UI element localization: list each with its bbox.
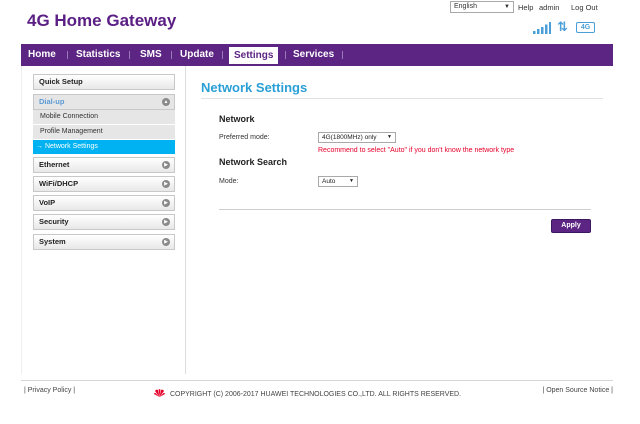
footer-open-source: | Open Source Notice | xyxy=(542,387,613,394)
sidebar-subitem-profile-management[interactable]: Profile Management xyxy=(33,125,175,139)
nav-settings[interactable]: Settings xyxy=(228,46,280,65)
brand-title: 4G Home Gateway xyxy=(27,11,177,30)
nav-services[interactable]: Services xyxy=(293,44,334,66)
nav-divider xyxy=(222,51,223,59)
network-search-heading: Network Search xyxy=(219,157,288,167)
language-select[interactable]: English ▼ xyxy=(450,1,514,13)
copyright-text: COPYRIGHT (C) 2006-2017 HUAWEI TECHNOLOG… xyxy=(169,391,462,398)
sidebar-item-label: WiFi/DHCP xyxy=(39,179,79,188)
nav-update[interactable]: Update xyxy=(180,44,214,66)
sidebar-item-label: Ethernet xyxy=(39,160,70,169)
network-heading: Network xyxy=(219,114,255,124)
preferred-mode-value: 4G(1800MHz) only xyxy=(322,134,377,141)
mode-value: Auto xyxy=(322,178,336,185)
sidebar-item-label: VoIP xyxy=(39,198,56,207)
sidebar-item-label: Quick Setup xyxy=(39,77,83,86)
top-right-bar: English ▼ Help admin Log Out xyxy=(450,1,640,15)
sidebar-item-wifi-dhcp[interactable]: WiFi/DHCP ▶ xyxy=(33,176,175,192)
signal-icon xyxy=(533,22,551,34)
language-select-value: English xyxy=(454,3,477,10)
chevron-down-icon: ▼ xyxy=(387,134,392,140)
chevron-down-icon: ▼ xyxy=(504,4,510,10)
help-link[interactable]: Help xyxy=(518,3,533,12)
nav-home[interactable]: Home xyxy=(28,44,56,66)
main-navbar: Home Statistics SMS Update Settings Serv… xyxy=(21,44,613,66)
footer-divider xyxy=(21,380,613,381)
preferred-mode-label: Preferred mode: xyxy=(219,134,270,141)
sidebar-subitem-label: Mobile Connection xyxy=(40,113,98,120)
recommend-hint: Recommend to select "Auto" if you don't … xyxy=(318,147,515,154)
chevron-down-icon: ▼ xyxy=(349,178,354,184)
sidebar-subitem-label: Profile Management xyxy=(40,128,103,135)
chevron-right-icon: ▶ xyxy=(162,161,170,169)
nav-divider xyxy=(67,51,68,59)
sidebar-item-label: Dial-up xyxy=(39,97,65,106)
chevron-up-icon: ▲ xyxy=(162,98,170,106)
sidebar-item-dial-up[interactable]: Dial-up ▲ xyxy=(33,94,175,110)
title-divider xyxy=(201,98,603,99)
nav-divider xyxy=(171,51,172,59)
sidebar-item-voip[interactable]: VoIP ▶ xyxy=(33,195,175,211)
sidebar-subitem-label: Network Settings xyxy=(44,143,98,150)
nav-divider xyxy=(342,51,343,59)
preferred-mode-select[interactable]: 4G(1800MHz) only ▼ xyxy=(318,132,396,143)
mode-label: Mode: xyxy=(219,178,239,185)
chevron-right-icon: ▶ xyxy=(162,238,170,246)
sidebar-subitem-network-settings[interactable]: → Network Settings xyxy=(33,140,175,154)
page-title: Network Settings xyxy=(201,80,308,95)
nav-sms[interactable]: SMS xyxy=(140,44,162,66)
mode-select[interactable]: Auto ▼ xyxy=(318,176,358,187)
privacy-policy-link[interactable]: Privacy Policy xyxy=(28,387,72,394)
open-source-link[interactable]: Open Source Notice xyxy=(546,387,609,394)
form-divider xyxy=(219,209,591,210)
logout-link[interactable]: Log Out xyxy=(571,3,598,12)
huawei-logo-icon xyxy=(154,389,165,397)
sidebar-item-quick-setup[interactable]: Quick Setup xyxy=(33,74,175,90)
sidebar-item-ethernet[interactable]: Ethernet ▶ xyxy=(33,157,175,173)
sidebar-item-system[interactable]: System ▶ xyxy=(33,234,175,250)
network-type-icon: 4G xyxy=(576,22,595,33)
arrow-right-icon: → xyxy=(36,143,43,150)
footer-privacy: | Privacy Policy | xyxy=(24,387,76,394)
footer-copyright: COPYRIGHT (C) 2006-2017 HUAWEI TECHNOLOG… xyxy=(154,389,461,398)
sidebar: Quick Setup Dial-up ▲ Mobile Connection … xyxy=(21,66,186,374)
chevron-right-icon: ▶ xyxy=(162,199,170,207)
nav-divider xyxy=(285,51,286,59)
chevron-right-icon: ▶ xyxy=(162,218,170,226)
transfer-icon: ⇅ xyxy=(557,19,568,34)
sidebar-item-security[interactable]: Security ▶ xyxy=(33,214,175,230)
username-label: admin xyxy=(539,3,560,12)
nav-statistics[interactable]: Statistics xyxy=(76,44,120,66)
apply-button[interactable]: Apply xyxy=(551,219,591,233)
sidebar-subitem-mobile-connection[interactable]: Mobile Connection xyxy=(33,110,175,124)
nav-divider xyxy=(129,51,130,59)
sidebar-item-label: Security xyxy=(39,217,69,226)
sidebar-item-label: System xyxy=(39,237,66,246)
chevron-right-icon: ▶ xyxy=(162,180,170,188)
